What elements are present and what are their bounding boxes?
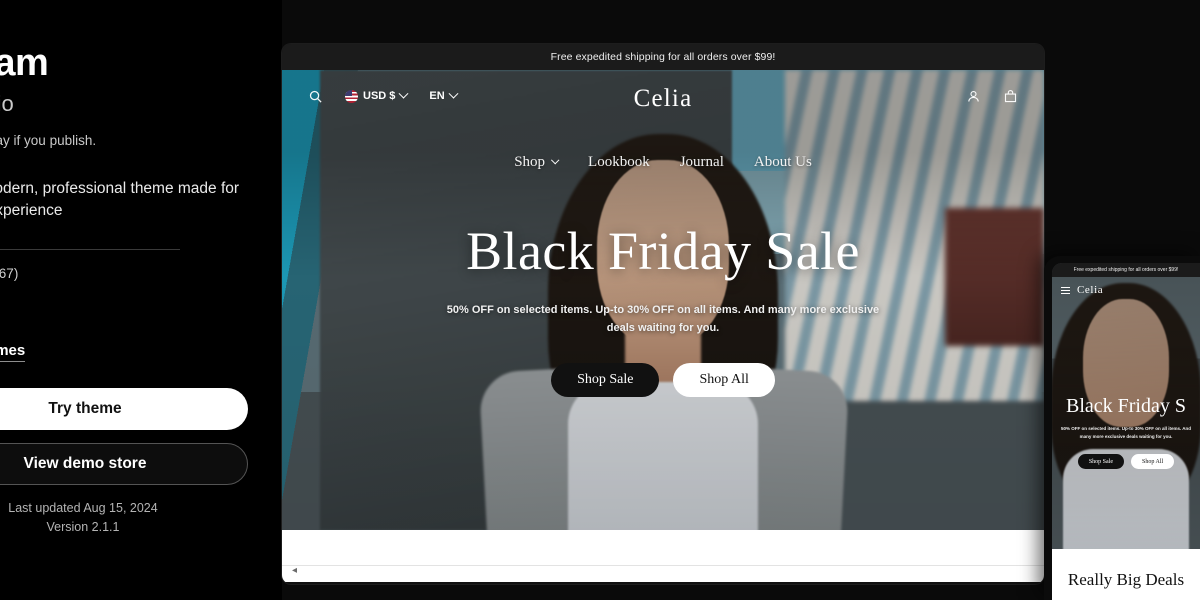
preview-bottom-strip: ◂	[282, 530, 1044, 582]
app-screen: Stream by Studio Free trial. Pay if you …	[0, 0, 1200, 600]
sidebar-divider	[0, 248, 180, 250]
mobile-section-below-hero: Really Big Deals	[1052, 549, 1200, 600]
developer-link[interactable]: WinterThemes	[0, 342, 26, 362]
currency-label: USD $	[363, 90, 396, 102]
us-flag-icon	[345, 89, 358, 103]
store-topbar: USD $ EN	[282, 70, 1044, 122]
theme-description: A clean, modern, professional theme made…	[0, 180, 240, 220]
hero-cta-group: Shop Sale Shop All	[328, 363, 998, 398]
shop-all-button[interactable]: Shop All	[673, 363, 775, 398]
mobile-hero-content: Black Friday S 50% OFF on selected items…	[1052, 395, 1200, 470]
theme-meta: Last updated Aug 15, 2024 Version 2.1.1	[0, 499, 246, 537]
mobile-screen: Free expedited shipping for all orders o…	[1052, 263, 1200, 600]
mobile-cta-group: Shop Sale Shop All	[1058, 454, 1194, 470]
mobile-hero-heading: Black Friday S	[1066, 395, 1186, 417]
hero-content: Black Friday Sale 50% OFF on selected it…	[282, 220, 1044, 398]
chevron-down-icon	[550, 155, 560, 164]
search-icon[interactable]	[308, 89, 323, 104]
mobile-hero-section: Celia Black Friday S 50% OFF on selected…	[1052, 277, 1200, 549]
currency-selector[interactable]: USD $	[345, 88, 409, 103]
language-label: EN	[429, 90, 445, 102]
mobile-hero-subtext: 50% OFF on selected items. Up-to 30% OFF…	[1060, 426, 1192, 439]
free-trial-rest: . Pay if you publish.	[0, 133, 97, 148]
language-selector[interactable]: EN	[429, 88, 459, 102]
shopping-bag-icon[interactable]	[1003, 89, 1018, 104]
version-text: Version 2.1.1	[46, 519, 120, 534]
mobile-announcement-bar: Free expedited shipping for all orders o…	[1052, 263, 1200, 277]
account-icon[interactable]	[966, 89, 981, 104]
mobile-shop-all-button[interactable]: Shop All	[1130, 454, 1175, 470]
rating-row: ★★★★★ (167)	[0, 266, 260, 281]
theme-details-sidebar: Stream by Studio Free trial. Pay if you …	[0, 0, 282, 600]
chevron-down-icon	[398, 88, 409, 99]
hero-heading: Black Friday Sale	[466, 221, 860, 281]
desktop-preview-pane: Free expedited shipping for all orders o…	[282, 44, 1044, 584]
last-updated-text: Last updated Aug 15, 2024	[8, 500, 158, 515]
nav-item-about-us[interactable]: About Us	[754, 154, 812, 171]
nav-item-journal[interactable]: Journal	[680, 154, 724, 171]
mobile-store-logo[interactable]: Celia	[1077, 284, 1103, 296]
mobile-preview-pane: Free expedited shipping for all orders o…	[1044, 256, 1200, 600]
shop-sale-button[interactable]: Shop Sale	[551, 363, 660, 398]
page-title: Stream	[0, 42, 49, 84]
nav-item-lookbook[interactable]: Lookbook	[588, 154, 650, 171]
view-demo-store-button[interactable]: View demo store	[0, 442, 248, 485]
nav-item-shop[interactable]: Shop	[514, 154, 560, 171]
rating-positive-text: 98% positive	[0, 285, 260, 300]
chevron-down-icon	[448, 88, 459, 99]
strip-divider	[282, 565, 1044, 566]
free-trial-line: Free trial. Pay if you publish.	[0, 133, 260, 148]
mobile-shop-sale-button[interactable]: Shop Sale	[1077, 454, 1124, 470]
developer-label: Developed by	[0, 326, 260, 340]
mobile-topbar: Celia	[1052, 277, 1103, 303]
try-theme-button[interactable]: Try theme	[0, 387, 248, 430]
store-nav: Shop Lookbook Journal About Us	[514, 154, 812, 171]
nav-label: Shop	[514, 154, 546, 170]
scroll-left-arrow-icon[interactable]: ◂	[292, 565, 303, 576]
rating-count: (167)	[0, 265, 19, 281]
mobile-section-title: Really Big Deals	[1067, 570, 1185, 589]
hero-section: USD $ EN Celia Shop Lookbook Journal Abo…	[282, 70, 1044, 530]
theme-author-line: by Studio	[0, 91, 14, 116]
announcement-bar: Free expedited shipping for all orders o…	[282, 44, 1044, 70]
hero-subtext: 50% OFF on selected items. Up-to 30% OFF…	[446, 304, 880, 334]
hamburger-menu-icon[interactable]	[1061, 286, 1070, 294]
